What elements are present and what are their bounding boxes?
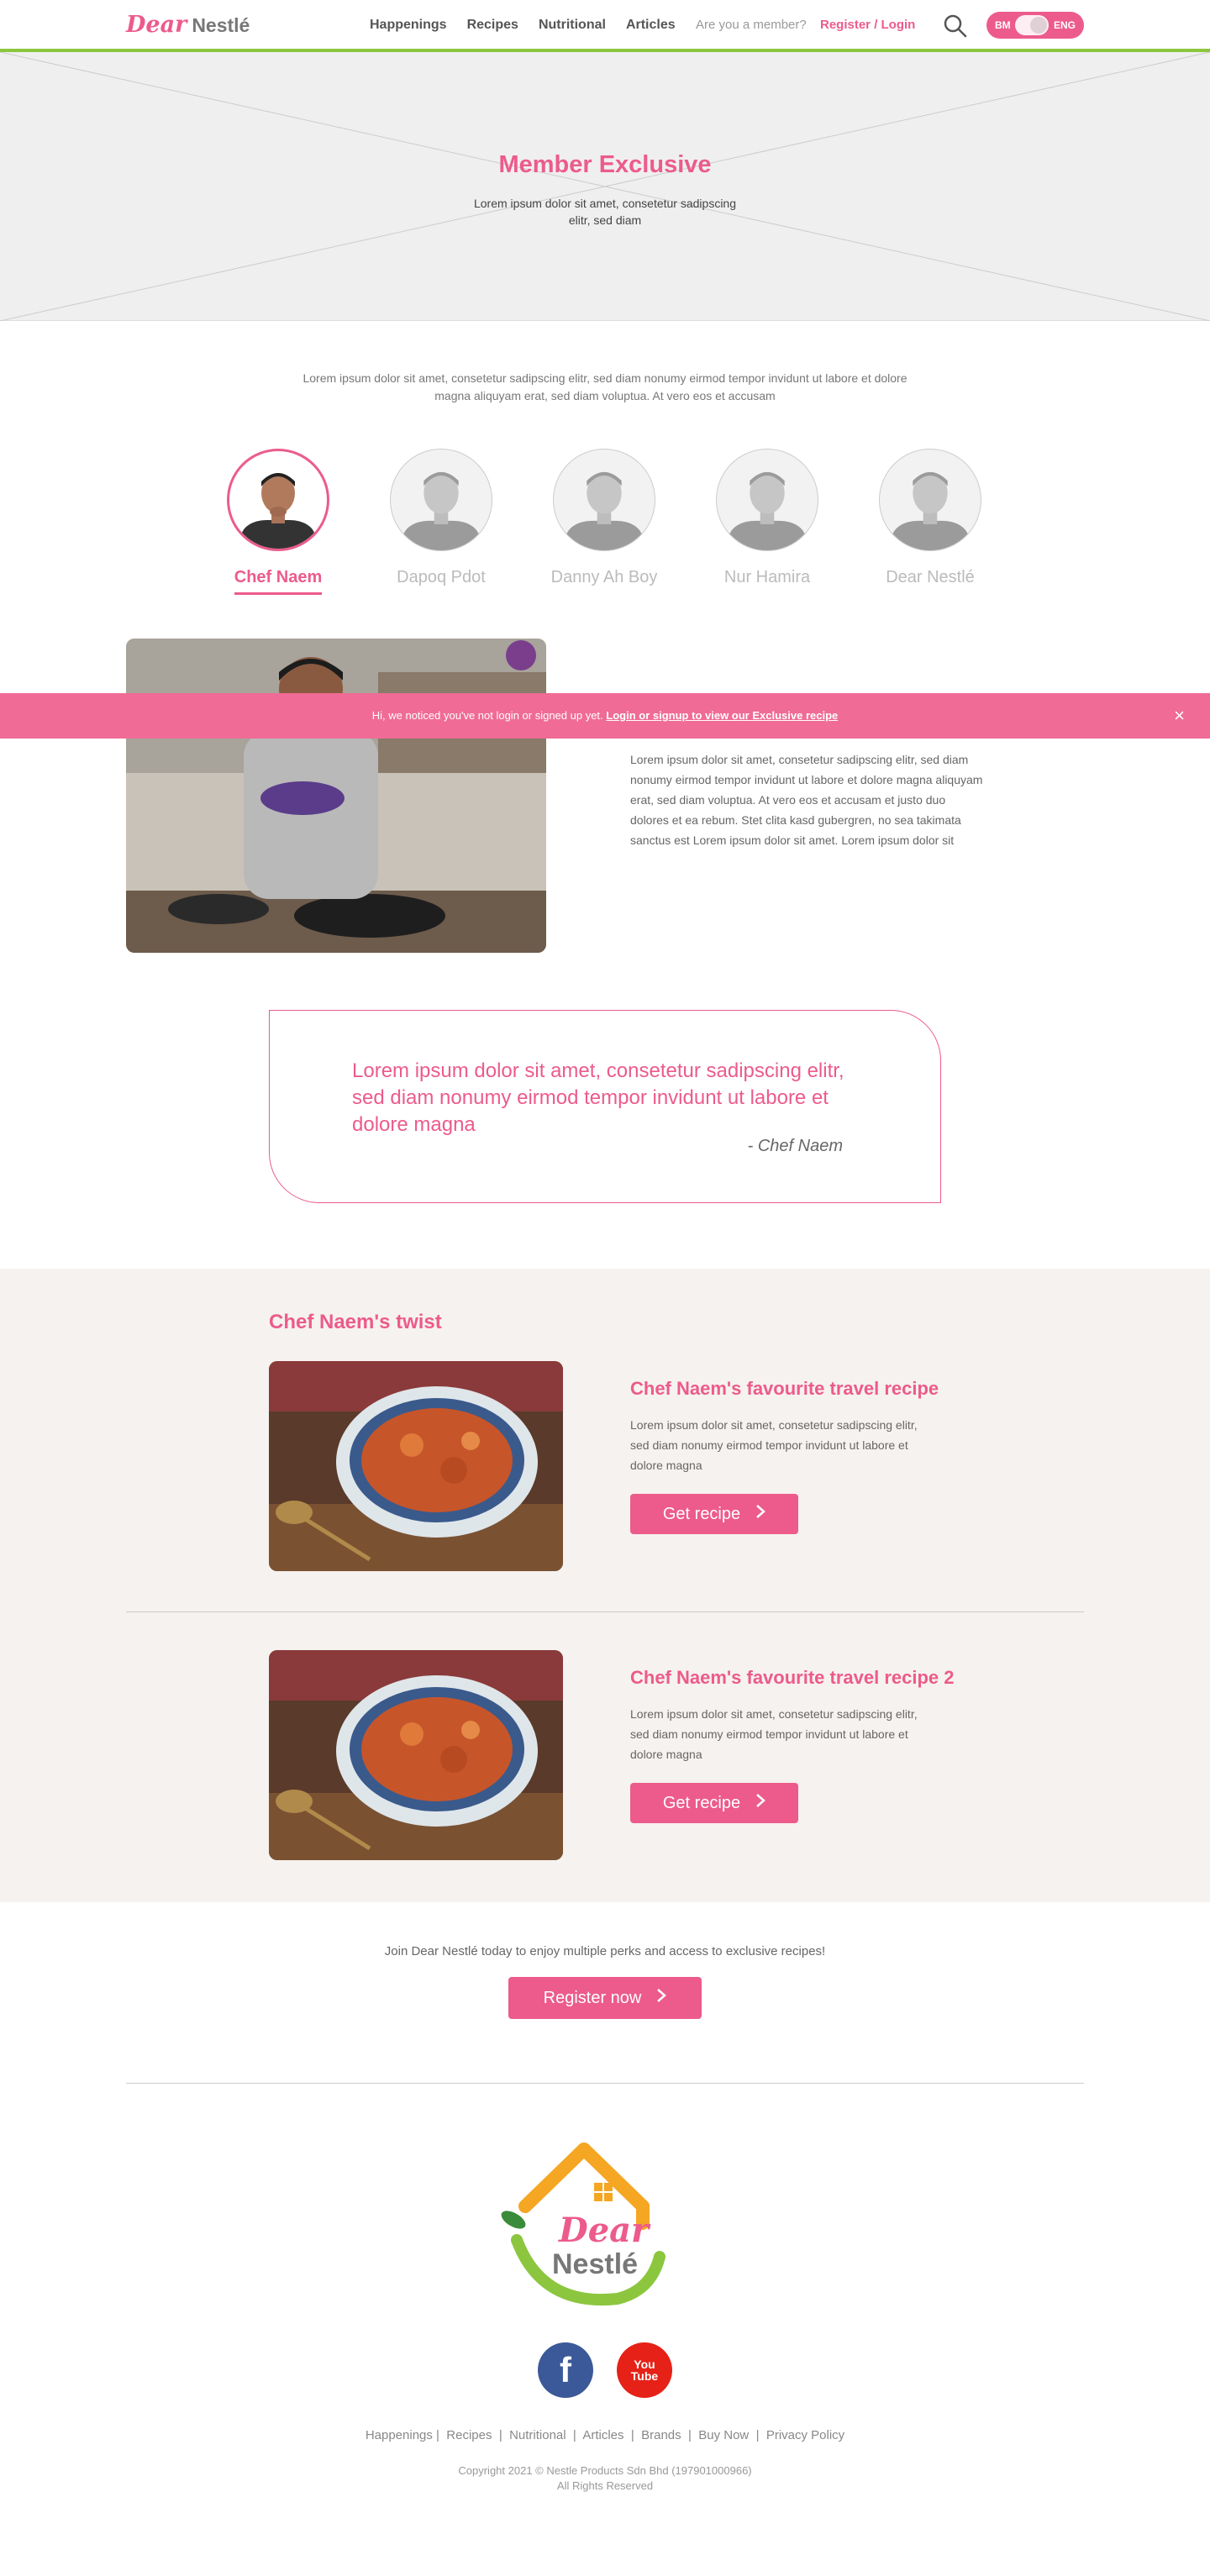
join-text: Join Dear Nestlé today to enjoy multiple… [384,1944,826,1958]
hero-placeholder: Member Exclusive Lorem ipsum dolor sit a… [0,52,1210,321]
chef-tab-nur-hamira[interactable]: Nur Hamira [696,449,839,587]
search-icon[interactable] [943,13,968,39]
nav-happenings[interactable]: Happenings [370,18,447,33]
footer-logo-nestle: Nestlé [552,2248,638,2280]
lang-bm-label: BM [995,19,1011,31]
intro-text: Lorem ipsum dolor sit amet, consetetur s… [302,371,908,402]
quote-author: - Chef Naem [747,1137,843,1155]
chef-avatar [879,449,981,551]
youtube-icon[interactable]: You Tube [617,2342,672,2398]
chef-tab-dapoq-pdot[interactable]: Dapoq Pdot [370,449,513,587]
footer-link-privacy-policy[interactable]: Privacy Policy [766,2428,844,2442]
site-header: Dear Nestlé Happenings Recipes Nutrition… [0,0,1210,52]
chef-name: Nur Hamira [723,568,811,586]
chef-avatar [553,449,655,551]
toggle-track [1015,15,1050,35]
get-recipe-button[interactable]: Get recipe [630,1494,798,1534]
quote-card: Lorem ipsum dolor sit amet, consetetur s… [269,1010,941,1203]
recipe-description: Lorem ipsum dolor sit amet, consetetur s… [630,1707,918,1761]
recipe-title[interactable]: Chef Naem's favourite travel recipe 2 [630,1667,955,1689]
copyright: Copyright 2021 © Nestle Products Sdn Bhd… [0,2463,1210,2494]
get-recipe-label: Get recipe [662,1504,741,1523]
get-recipe-button[interactable]: Get recipe [630,1783,798,1823]
quote-text: Lorem ipsum dolor sit amet, consetetur s… [352,1059,844,1136]
footer-link-articles[interactable]: Articles [582,2428,623,2442]
footer-link-brands[interactable]: Brands [641,2428,681,2442]
login-notice-banner: Hi, we noticed you've not login or signe… [0,693,1210,739]
site-footer: Dear Nestlé f You Tube Happenings | Recip… [0,2084,1210,2576]
logo-dear-text: Dear [126,12,187,38]
rights-line: All Rights Reserved [556,2479,654,2492]
chef-name: Chef Naem [234,568,323,595]
recipe-photo[interactable] [269,1361,563,1571]
recipe-photo[interactable] [269,1650,563,1860]
recipe-description: Lorem ipsum dolor sit amet, consetetur s… [630,1418,918,1472]
twist-title: Chef Naem's twist [269,1311,442,1333]
chef-tab-dear-nestle[interactable]: Dear Nestlé [859,449,1002,587]
recipe-card: Chef Naem's favourite travel recipe Lore… [269,1361,1025,1571]
main-nav: Happenings Recipes Nutritional Articles [370,18,676,33]
footer-logo-dear: Dear [558,2211,651,2250]
chef-avatar [390,449,492,551]
close-icon[interactable]: × [1174,693,1185,739]
register-now-button[interactable]: Register now [508,1977,702,2019]
member-question: Are you a member? [696,18,807,32]
hero-title: Member Exclusive [498,151,712,178]
footer-links: Happenings | Recipes | Nutritional | Art… [365,2428,845,2442]
chef-feature: Malaysian Chef Lorem ipsum dolor sit ame… [0,615,1210,1010]
youtube-icon-bottom: Tube [630,2369,659,2383]
nav-recipes[interactable]: Recipes [467,18,518,33]
chevron-right-icon [755,1793,766,1813]
toggle-knob [1030,17,1048,34]
footer-link-recipes[interactable]: Recipes [446,2428,492,2442]
hero-image-placeholder [0,52,1210,321]
nav-articles[interactable]: Articles [626,18,676,33]
dear-nestle-house-logo[interactable]: Dear Nestlé [492,2139,676,2307]
chef-selector: Chef Naem Dapoq Pdot Danny Ah Boy Nur Ha… [0,405,1210,615]
chef-description: Lorem ipsum dolor sit amet, consetetur s… [630,753,983,847]
dear-nestle-logo[interactable]: Dear Nestlé [126,12,250,38]
logo-nestle-text: Nestlé [192,14,250,36]
lang-eng-label: ENG [1053,19,1076,31]
chef-twist-section: Chef Naem's twist Chef Naem's favourite … [0,1269,1210,1902]
chef-cooking-photo [126,639,546,953]
chef-tab-danny-ah-boy[interactable]: Danny Ah Boy [533,449,676,587]
nav-nutritional[interactable]: Nutritional [539,18,606,33]
hero-subtitle: Lorem ipsum dolor sit amet, consetetur s… [473,197,737,227]
footer-link-buy-now[interactable]: Buy Now [698,2428,749,2442]
copyright-line: Copyright 2021 © Nestle Products Sdn Bhd… [458,2464,752,2477]
banner-login-link[interactable]: Login or signup to view our Exclusive re… [606,709,838,722]
chef-avatar [227,449,329,551]
recipe-card: Chef Naem's favourite travel recipe 2 Lo… [269,1650,1025,1860]
language-toggle[interactable]: BM ENG [986,12,1084,39]
chef-name: Danny Ah Boy [550,568,658,586]
register-now-label: Register now [543,1988,642,2007]
footer-link-nutritional[interactable]: Nutritional [509,2428,566,2442]
facebook-icon[interactable]: f [538,2342,593,2398]
recipe-divider [126,1611,1084,1612]
join-section: Join Dear Nestlé today to enjoy multiple… [126,1902,1084,2084]
chef-tab-chef-naem[interactable]: Chef Naem [207,449,350,595]
recipe-title[interactable]: Chef Naem's favourite travel recipe [630,1378,939,1400]
register-login-link[interactable]: Register / Login [820,18,915,32]
chef-name: Dear Nestlé [886,568,975,586]
chevron-right-icon [656,1988,667,2008]
footer-link-happenings[interactable]: Happenings [366,2428,433,2442]
banner-text: Hi, we noticed you've not login or signe… [371,709,603,722]
get-recipe-label: Get recipe [662,1793,741,1812]
social-links: f You Tube [538,2342,672,2398]
quote-section: Lorem ipsum dolor sit amet, consetetur s… [0,1010,1210,1269]
chef-avatar [716,449,818,551]
chevron-right-icon [755,1504,766,1524]
chef-name: Dapoq Pdot [397,568,486,586]
